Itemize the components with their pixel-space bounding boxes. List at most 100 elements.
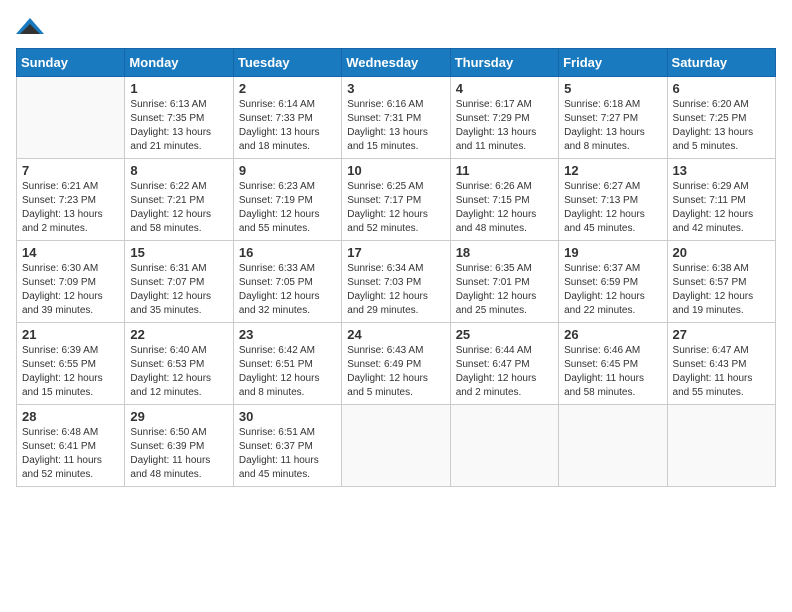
calendar-cell: 14 Sunrise: 6:30 AMSunset: 7:09 PMDayligh… bbox=[17, 241, 125, 323]
day-number: 13 bbox=[673, 163, 770, 178]
calendar-cell: 27 Sunrise: 6:47 AMSunset: 6:43 PMDayligh… bbox=[667, 323, 775, 405]
header-thursday: Thursday bbox=[450, 49, 558, 77]
day-number: 30 bbox=[239, 409, 336, 424]
logo-icon bbox=[16, 16, 44, 40]
calendar-cell: 28 Sunrise: 6:48 AMSunset: 6:41 PMDayligh… bbox=[17, 405, 125, 487]
calendar-cell: 22 Sunrise: 6:40 AMSunset: 6:53 PMDayligh… bbox=[125, 323, 233, 405]
day-info: Sunrise: 6:23 AMSunset: 7:19 PMDaylight:… bbox=[239, 180, 336, 236]
day-number: 21 bbox=[22, 327, 119, 342]
day-number: 7 bbox=[22, 163, 119, 178]
day-number: 6 bbox=[673, 81, 770, 96]
calendar-cell: 3 Sunrise: 6:16 AMSunset: 7:31 PMDaylight… bbox=[342, 77, 450, 159]
calendar-cell: 8 Sunrise: 6:22 AMSunset: 7:21 PMDaylight… bbox=[125, 159, 233, 241]
calendar-cell: 18 Sunrise: 6:35 AMSunset: 7:01 PMDayligh… bbox=[450, 241, 558, 323]
calendar-cell: 29 Sunrise: 6:50 AMSunset: 6:39 PMDayligh… bbox=[125, 405, 233, 487]
header-monday: Monday bbox=[125, 49, 233, 77]
day-info: Sunrise: 6:47 AMSunset: 6:43 PMDaylight:… bbox=[673, 344, 770, 400]
calendar-week-row: 1 Sunrise: 6:13 AMSunset: 7:35 PMDaylight… bbox=[17, 77, 776, 159]
header-friday: Friday bbox=[559, 49, 667, 77]
day-number: 9 bbox=[239, 163, 336, 178]
calendar-cell: 23 Sunrise: 6:42 AMSunset: 6:51 PMDayligh… bbox=[233, 323, 341, 405]
header-sunday: Sunday bbox=[17, 49, 125, 77]
day-info: Sunrise: 6:17 AMSunset: 7:29 PMDaylight:… bbox=[456, 98, 553, 154]
day-info: Sunrise: 6:21 AMSunset: 7:23 PMDaylight:… bbox=[22, 180, 119, 236]
calendar-cell: 20 Sunrise: 6:38 AMSunset: 6:57 PMDayligh… bbox=[667, 241, 775, 323]
calendar-cell: 5Sunrise: 6:18 AMSunset: 7:27 PMDaylight… bbox=[559, 77, 667, 159]
calendar-cell: 4 Sunrise: 6:17 AMSunset: 7:29 PMDaylight… bbox=[450, 77, 558, 159]
day-number: 27 bbox=[673, 327, 770, 342]
day-number: 28 bbox=[22, 409, 119, 424]
day-info: Sunrise: 6:51 AMSunset: 6:37 PMDaylight:… bbox=[239, 426, 336, 482]
day-info: Sunrise: 6:38 AMSunset: 6:57 PMDaylight:… bbox=[673, 262, 770, 318]
header-tuesday: Tuesday bbox=[233, 49, 341, 77]
day-number: 14 bbox=[22, 245, 119, 260]
day-info: Sunrise: 6:31 AMSunset: 7:07 PMDaylight:… bbox=[130, 262, 227, 318]
day-number: 3 bbox=[347, 81, 444, 96]
calendar-cell bbox=[342, 405, 450, 487]
day-number: 4 bbox=[456, 81, 553, 96]
day-number: 18 bbox=[456, 245, 553, 260]
day-info: Sunrise: 6:46 AMSunset: 6:45 PMDaylight:… bbox=[564, 344, 661, 400]
day-number: 24 bbox=[347, 327, 444, 342]
day-info: Sunrise: 6:20 AMSunset: 7:25 PMDaylight:… bbox=[673, 98, 770, 154]
calendar-cell: 30 Sunrise: 6:51 AMSunset: 6:37 PMDayligh… bbox=[233, 405, 341, 487]
calendar-cell: 16 Sunrise: 6:33 AMSunset: 7:05 PMDayligh… bbox=[233, 241, 341, 323]
day-number: 5 bbox=[564, 81, 661, 96]
day-number: 23 bbox=[239, 327, 336, 342]
calendar-cell: 24 Sunrise: 6:43 AMSunset: 6:49 PMDayligh… bbox=[342, 323, 450, 405]
calendar-cell: 10Sunrise: 6:25 AMSunset: 7:17 PMDayligh… bbox=[342, 159, 450, 241]
day-info: Sunrise: 6:37 AMSunset: 6:59 PMDaylight:… bbox=[564, 262, 661, 318]
day-info: Sunrise: 6:27 AMSunset: 7:13 PMDaylight:… bbox=[564, 180, 661, 236]
day-info: Sunrise: 6:43 AMSunset: 6:49 PMDaylight:… bbox=[347, 344, 444, 400]
calendar-cell: 25 Sunrise: 6:44 AMSunset: 6:47 PMDayligh… bbox=[450, 323, 558, 405]
day-info: Sunrise: 6:29 AMSunset: 7:11 PMDaylight:… bbox=[673, 180, 770, 236]
day-number: 2 bbox=[239, 81, 336, 96]
day-info: Sunrise: 6:42 AMSunset: 6:51 PMDaylight:… bbox=[239, 344, 336, 400]
calendar-cell: 7 Sunrise: 6:21 AMSunset: 7:23 PMDaylight… bbox=[17, 159, 125, 241]
calendar-week-row: 14 Sunrise: 6:30 AMSunset: 7:09 PMDayligh… bbox=[17, 241, 776, 323]
calendar-week-row: 21 Sunrise: 6:39 AMSunset: 6:55 PMDayligh… bbox=[17, 323, 776, 405]
day-info: Sunrise: 6:50 AMSunset: 6:39 PMDaylight:… bbox=[130, 426, 227, 482]
header-saturday: Saturday bbox=[667, 49, 775, 77]
day-number: 20 bbox=[673, 245, 770, 260]
day-number: 17 bbox=[347, 245, 444, 260]
calendar-cell: 17 Sunrise: 6:34 AMSunset: 7:03 PMDayligh… bbox=[342, 241, 450, 323]
day-info: Sunrise: 6:26 AMSunset: 7:15 PMDaylight:… bbox=[456, 180, 553, 236]
day-number: 19 bbox=[564, 245, 661, 260]
day-number: 29 bbox=[130, 409, 227, 424]
day-number: 1 bbox=[130, 81, 227, 96]
calendar-week-row: 7 Sunrise: 6:21 AMSunset: 7:23 PMDaylight… bbox=[17, 159, 776, 241]
day-info: Sunrise: 6:30 AMSunset: 7:09 PMDaylight:… bbox=[22, 262, 119, 318]
day-number: 22 bbox=[130, 327, 227, 342]
calendar-cell: 2Sunrise: 6:14 AMSunset: 7:33 PMDaylight… bbox=[233, 77, 341, 159]
calendar-cell: 11 Sunrise: 6:26 AMSunset: 7:15 PMDayligh… bbox=[450, 159, 558, 241]
page-header bbox=[16, 16, 776, 40]
day-info: Sunrise: 6:22 AMSunset: 7:21 PMDaylight:… bbox=[130, 180, 227, 236]
calendar-cell: 9 Sunrise: 6:23 AMSunset: 7:19 PMDaylight… bbox=[233, 159, 341, 241]
calendar-cell: 26Sunrise: 6:46 AMSunset: 6:45 PMDayligh… bbox=[559, 323, 667, 405]
day-info: Sunrise: 6:40 AMSunset: 6:53 PMDaylight:… bbox=[130, 344, 227, 400]
logo bbox=[16, 16, 48, 40]
day-number: 16 bbox=[239, 245, 336, 260]
calendar-cell: 19 Sunrise: 6:37 AMSunset: 6:59 PMDayligh… bbox=[559, 241, 667, 323]
calendar-cell: 15 Sunrise: 6:31 AMSunset: 7:07 PMDayligh… bbox=[125, 241, 233, 323]
calendar-cell bbox=[17, 77, 125, 159]
calendar-cell: 1 Sunrise: 6:13 AMSunset: 7:35 PMDaylight… bbox=[125, 77, 233, 159]
day-info: Sunrise: 6:44 AMSunset: 6:47 PMDaylight:… bbox=[456, 344, 553, 400]
day-info: Sunrise: 6:39 AMSunset: 6:55 PMDaylight:… bbox=[22, 344, 119, 400]
day-info: Sunrise: 6:13 AMSunset: 7:35 PMDaylight:… bbox=[130, 98, 227, 154]
calendar-cell bbox=[667, 405, 775, 487]
calendar-cell: 21 Sunrise: 6:39 AMSunset: 6:55 PMDayligh… bbox=[17, 323, 125, 405]
day-number: 25 bbox=[456, 327, 553, 342]
day-info: Sunrise: 6:34 AMSunset: 7:03 PMDaylight:… bbox=[347, 262, 444, 318]
day-number: 8 bbox=[130, 163, 227, 178]
day-info: Sunrise: 6:35 AMSunset: 7:01 PMDaylight:… bbox=[456, 262, 553, 318]
header-wednesday: Wednesday bbox=[342, 49, 450, 77]
day-number: 11 bbox=[456, 163, 553, 178]
day-info: Sunrise: 6:16 AMSunset: 7:31 PMDaylight:… bbox=[347, 98, 444, 154]
day-number: 15 bbox=[130, 245, 227, 260]
calendar-table: SundayMondayTuesdayWednesdayThursdayFrid… bbox=[16, 48, 776, 487]
day-info: Sunrise: 6:48 AMSunset: 6:41 PMDaylight:… bbox=[22, 426, 119, 482]
day-info: Sunrise: 6:33 AMSunset: 7:05 PMDaylight:… bbox=[239, 262, 336, 318]
calendar-week-row: 28 Sunrise: 6:48 AMSunset: 6:41 PMDayligh… bbox=[17, 405, 776, 487]
